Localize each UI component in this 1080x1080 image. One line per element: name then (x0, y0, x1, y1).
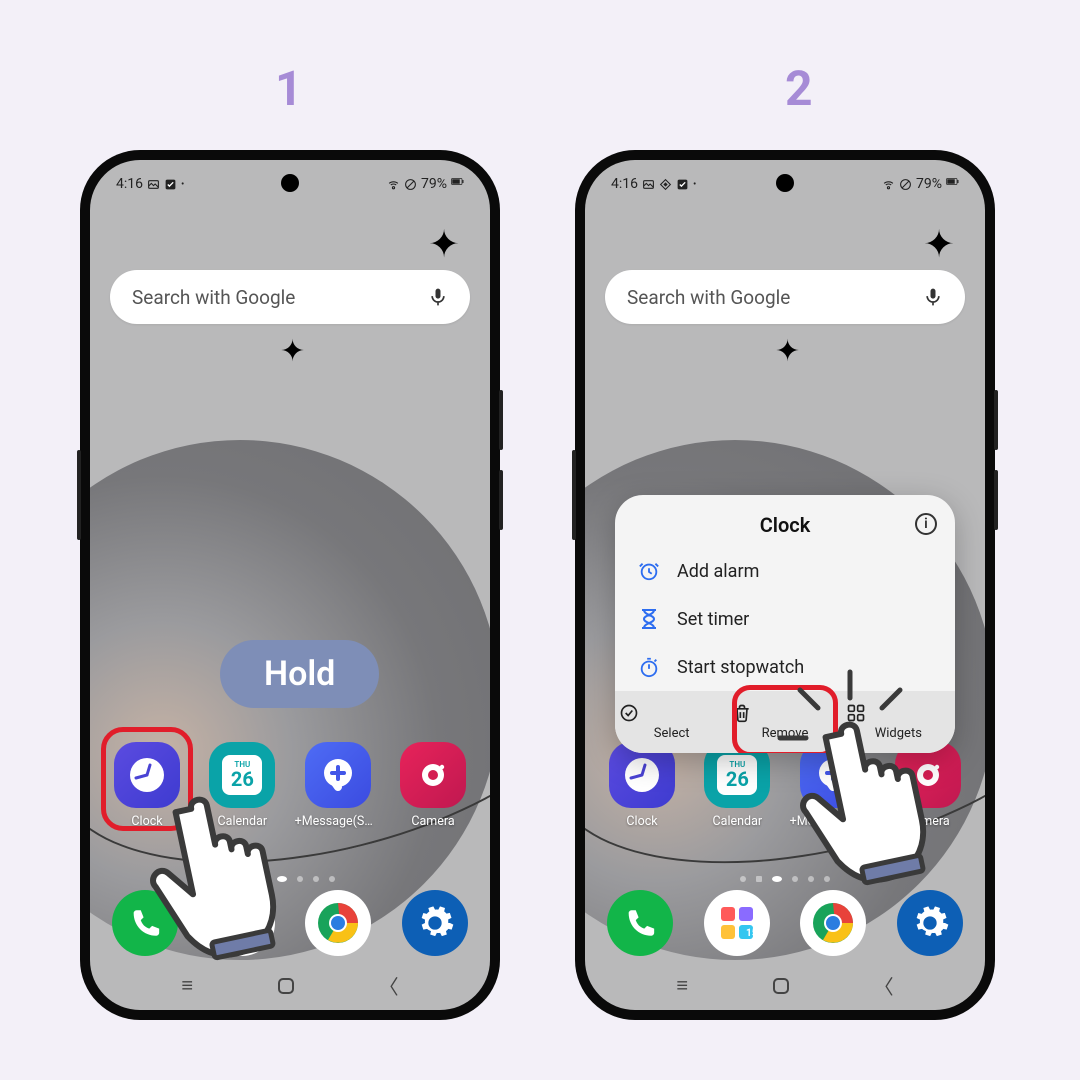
nav-bar: ≡ 〈 (90, 971, 490, 1000)
dock-chrome[interactable] (305, 890, 371, 956)
dock-phone[interactable] (607, 890, 673, 956)
page-indicator[interactable] (90, 876, 490, 882)
app-label: +Message(SM… (295, 814, 381, 829)
phone-mock-2: 4:16 • 79% ✦ ✦ Search with Google Clock (575, 150, 995, 1020)
image-icon (147, 178, 160, 191)
battery-percent: 79% (421, 176, 447, 192)
footer-remove[interactable]: Remove (728, 691, 841, 753)
step-1-label: 1 (275, 60, 303, 117)
nav-back[interactable]: 〈 (874, 971, 894, 1000)
app-label: Camera (885, 814, 971, 829)
widgets-icon (846, 703, 951, 723)
app-camera[interactable]: Camera (885, 742, 971, 829)
check-circle-icon (619, 703, 724, 723)
hold-instruction-badge: Hold (220, 640, 379, 708)
status-time: 4:16 (116, 176, 143, 192)
battery-icon (946, 178, 959, 191)
sparkle-icon: ✦ (775, 334, 800, 369)
no-sim-icon (899, 178, 912, 191)
dock-phone[interactable] (112, 890, 178, 956)
footer-label: Widgets (875, 726, 922, 741)
battery-icon (451, 178, 464, 191)
nav-bar: ≡ 〈 (585, 971, 985, 1000)
dock-apps[interactable]: 15 (209, 890, 275, 956)
status-bar: 4:16 • 79% (90, 170, 490, 198)
home-screen-1[interactable]: 4:16 • 79% (90, 160, 490, 1010)
home-app-row: Clock THU26 Calendar +Message(SM… Camera (599, 742, 971, 829)
highlight-remove-button (732, 685, 837, 753)
app-label: Calendar (199, 814, 285, 829)
alarm-icon (637, 559, 661, 583)
menu-label: Add alarm (677, 561, 759, 582)
nav-recents[interactable]: ≡ (181, 973, 193, 998)
nav-recents[interactable]: ≡ (676, 973, 688, 998)
camera-icon (400, 742, 466, 808)
info-icon[interactable]: i (915, 513, 937, 535)
message-icon (305, 742, 371, 808)
dock-chrome[interactable] (800, 890, 866, 956)
sparkle-icon: ✦ (428, 222, 460, 267)
svg-text:15: 15 (251, 928, 263, 939)
menu-add-alarm[interactable]: Add alarm (615, 547, 955, 595)
mic-icon[interactable] (923, 287, 943, 307)
app-camera[interactable]: Camera (390, 742, 476, 829)
dock: 15 (112, 890, 468, 956)
sparkle-icon: ✦ (280, 334, 305, 369)
stopwatch-icon (637, 655, 661, 679)
calendar-icon: THU26 (209, 742, 275, 808)
checkbox-icon (676, 178, 689, 191)
dock: 15 (607, 890, 963, 956)
dock-settings[interactable] (897, 890, 963, 956)
app-label: +Message(SM… (790, 814, 876, 829)
nav-home[interactable] (771, 976, 791, 996)
page-indicator[interactable] (585, 876, 985, 882)
google-search-bar[interactable]: Search with Google (110, 270, 470, 324)
no-sim-icon (404, 178, 417, 191)
app-calendar[interactable]: THU26 Calendar (199, 742, 285, 829)
app-label: Camera (390, 814, 476, 829)
home-screen-2[interactable]: 4:16 • 79% ✦ ✦ Search with Google Clock (585, 160, 985, 1010)
dock-apps[interactable]: 15 (704, 890, 770, 956)
app-calendar[interactable]: THU26 Calendar (694, 742, 780, 829)
menu-start-stopwatch[interactable]: Start stopwatch (615, 643, 955, 691)
footer-widgets[interactable]: Widgets (842, 691, 955, 753)
footer-select[interactable]: Select (615, 691, 728, 753)
status-bar: 4:16 • 79% (585, 170, 985, 198)
menu-label: Set timer (677, 609, 749, 630)
app-label: Clock (599, 814, 685, 829)
nearby-icon (659, 178, 672, 191)
clock-context-menu: Clock i Add alarm Set timer Start stopwa… (615, 495, 955, 753)
sparkle-icon: ✦ (923, 222, 955, 267)
app-label: Calendar (694, 814, 780, 829)
svg-text:15: 15 (746, 928, 758, 939)
menu-set-timer[interactable]: Set timer (615, 595, 955, 643)
status-time: 4:16 (611, 176, 638, 192)
nav-home[interactable] (276, 976, 296, 996)
hourglass-icon (637, 607, 661, 631)
dock-settings[interactable] (402, 890, 468, 956)
dot-icon: • (693, 179, 696, 190)
wifi-icon (387, 178, 400, 191)
phone-mock-1: 4:16 • 79% (80, 150, 500, 1020)
app-message[interactable]: +Message(SM… (790, 742, 876, 829)
checkbox-icon (164, 178, 177, 191)
app-message[interactable]: +Message(SM… (295, 742, 381, 829)
menu-label: Start stopwatch (677, 657, 804, 678)
mic-icon[interactable] (428, 287, 448, 307)
battery-percent: 79% (916, 176, 942, 192)
popup-title: Clock (760, 513, 811, 537)
footer-label: Select (654, 726, 690, 741)
image-icon (642, 178, 655, 191)
google-search-bar[interactable]: Search with Google (605, 270, 965, 324)
search-placeholder: Search with Google (627, 286, 790, 309)
wifi-icon (882, 178, 895, 191)
highlight-clock-app (101, 727, 193, 831)
app-clock[interactable]: Clock (599, 742, 685, 829)
search-placeholder: Search with Google (132, 286, 295, 309)
dot-icon: • (181, 179, 184, 190)
nav-back[interactable]: 〈 (379, 971, 399, 1000)
step-2-label: 2 (785, 60, 813, 117)
